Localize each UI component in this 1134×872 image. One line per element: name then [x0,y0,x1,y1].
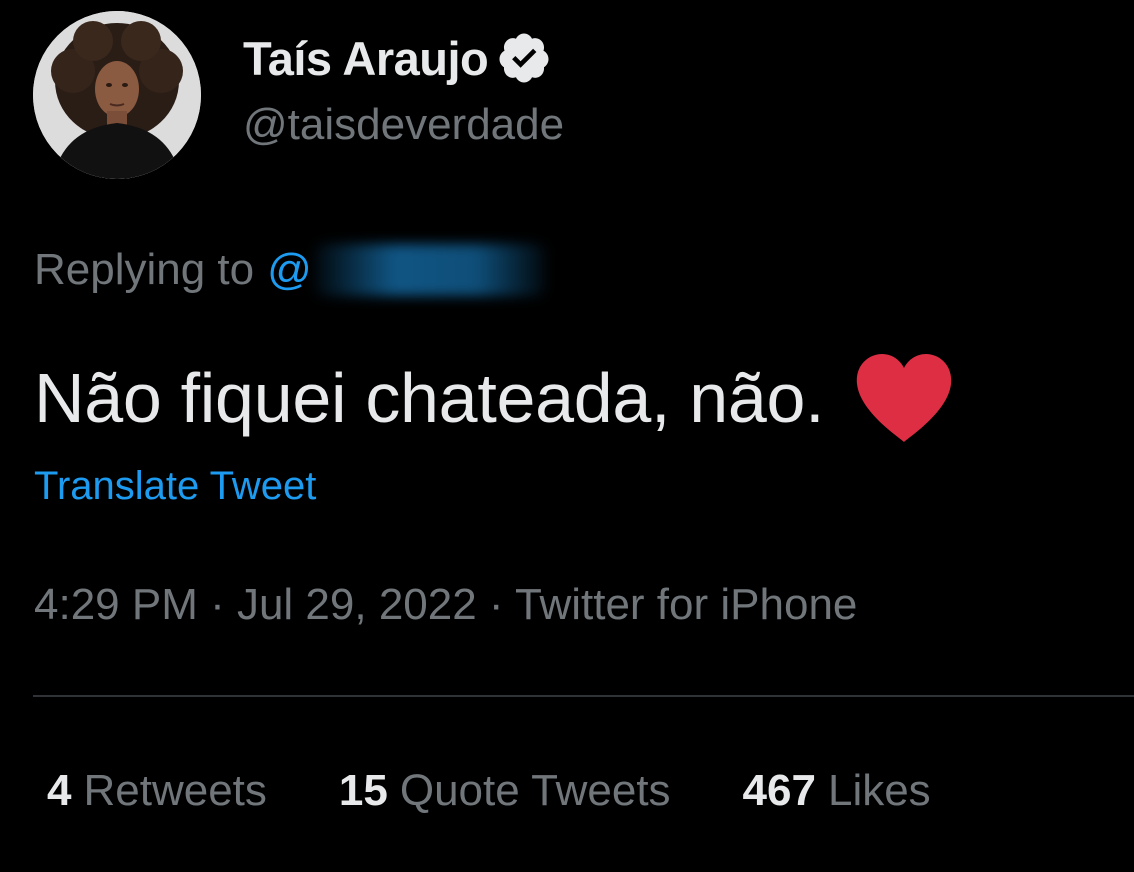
likes-label: Likes [827,766,931,815]
replying-to: Replying to @ [34,244,546,296]
tweet-detail: Taís Araujo @taisdeverdade Replying to @… [0,0,1134,872]
reply-mention-link[interactable]: @ [267,245,312,295]
red-heart-icon [854,352,954,444]
tweet-body: Não fiquei chateada, não. [34,359,825,437]
retweets-count: 4 [47,766,72,815]
author-handle[interactable]: @taisdeverdade [243,100,564,150]
translate-tweet-link[interactable]: Translate Tweet [34,464,316,509]
retweets-stat[interactable]: 4 Retweets [47,766,267,816]
quote-tweets-label: Quote Tweets [399,766,671,815]
avatar[interactable] [33,11,201,179]
tweet-timestamp-source[interactable]: 4:29 PM · Jul 29, 2022 · Twitter for iPh… [34,580,857,630]
author-display-name[interactable]: Taís Araujo [243,31,489,86]
tweet-stats: 4 Retweets 15 Quote Tweets 467 Likes [47,766,1003,816]
retweets-label: Retweets [83,766,267,815]
quote-tweets-stat[interactable]: 15 Quote Tweets [339,766,671,816]
quote-tweets-count: 15 [338,766,388,815]
divider [33,695,1134,697]
avatar-photo [33,11,201,179]
likes-stat[interactable]: 467 Likes [743,766,931,816]
replying-to-label: Replying to [34,245,255,294]
blurred-username[interactable] [313,244,546,296]
likes-count: 467 [742,766,816,815]
author-name-row[interactable]: Taís Araujo [243,30,552,86]
tweet-text: Não fiquei chateada, não. [34,352,954,444]
verified-badge-icon [496,30,552,86]
